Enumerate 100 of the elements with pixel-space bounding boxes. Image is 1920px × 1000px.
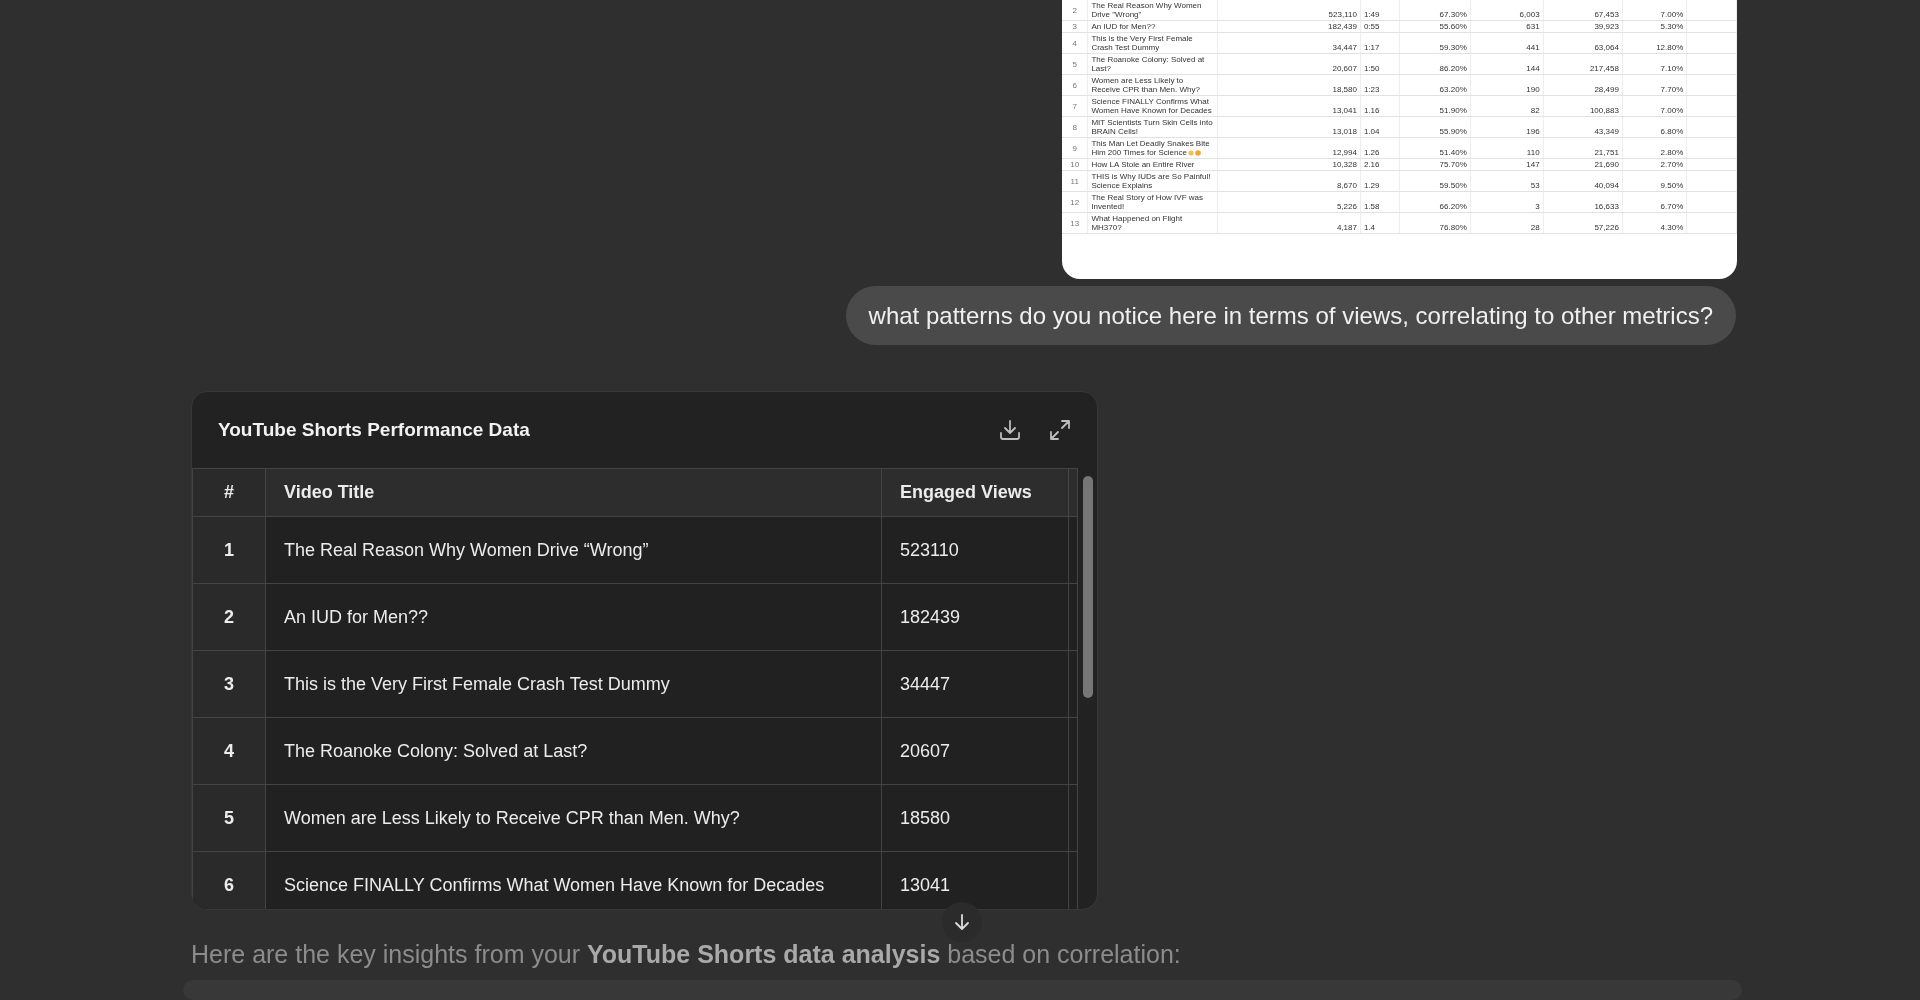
cell-value: 12,994 <box>1332 148 1357 157</box>
cell-value: 7.00% <box>1660 10 1684 19</box>
cell-value: 82 <box>1530 106 1540 115</box>
cell-value: 67,453 <box>1594 10 1619 19</box>
cell-value: 4,187 <box>1336 223 1357 232</box>
cell-value: 86.20% <box>1439 64 1467 73</box>
cell-value: 53 <box>1530 181 1540 190</box>
cell-value: 1:49 <box>1363 10 1380 19</box>
cell-value: 7.10% <box>1660 64 1684 73</box>
column-header: Video Title <box>265 468 882 517</box>
row-number: 3 <box>1072 22 1077 31</box>
video-title: This Man Let Deadly Snakes Bite Him 200 Times for Science <box>1091 139 1210 157</box>
table-cell: 20607 <box>881 717 1069 785</box>
cell-value: 7.00% <box>1660 106 1684 115</box>
column-header: Engaged Views <box>881 468 1069 517</box>
cell-value: 1.29 <box>1363 181 1380 190</box>
row-number: 8 <box>1072 122 1077 132</box>
cell-value: 1.26 <box>1363 148 1380 157</box>
cell-value: 16,633 <box>1594 202 1619 211</box>
video-title: An IUD for Men?? <box>1091 22 1156 31</box>
cell-value: 34,447 <box>1332 43 1357 52</box>
table-cell: 18580 <box>881 784 1069 852</box>
scrollbar-thumb[interactable] <box>1082 476 1093 698</box>
cell-value: 39,923 <box>1594 22 1619 31</box>
cell-value: 441 <box>1526 43 1540 52</box>
row-number: 4 <box>1072 38 1077 48</box>
cell-value: 20,607 <box>1332 64 1357 73</box>
cell-value: 5,226 <box>1336 202 1357 211</box>
cell-value: 55.90% <box>1439 127 1467 136</box>
cell-value: 1.4 <box>1363 223 1376 232</box>
cell-value: 28,499 <box>1594 85 1619 94</box>
video-title: The Roanoke Colony: Solved at Last? <box>1091 55 1205 73</box>
table-cell: Women are Less Likely to Receive CPR than Men. Why? <box>265 784 882 852</box>
video-title: The Real Reason Why Women Drive "Wrong" <box>1091 1 1202 19</box>
cell-value: 63.20% <box>1439 85 1467 94</box>
cell-value: 10,328 <box>1332 160 1357 169</box>
row-number: 2 <box>192 583 266 651</box>
cell-value: 4.30% <box>1660 223 1684 232</box>
download-icon[interactable] <box>998 418 1022 442</box>
cell-value: 147 <box>1526 160 1540 169</box>
row-number: 9 <box>1072 143 1077 153</box>
cell-value: 12.80% <box>1656 43 1684 52</box>
table-title: YouTube Shorts Performance Data <box>218 419 530 441</box>
cell-value: 1.16 <box>1363 106 1380 115</box>
cell-value: 21,690 <box>1594 160 1619 169</box>
cell-value: 631 <box>1526 22 1540 31</box>
cell-value: 59.50% <box>1439 181 1467 190</box>
video-title: THIS is Why IUDs are So Painful! Science Explains <box>1091 172 1211 190</box>
cell-value: 51.40% <box>1439 148 1467 157</box>
arrow-down-icon <box>953 913 971 931</box>
table-cell: The Roanoke Colony: Solved at Last? <box>265 717 882 785</box>
cell-value: 13,018 <box>1332 127 1357 136</box>
assistant-message: Here are the key insights from your YouTube Shorts data analysis based on correlation: <box>191 940 1182 968</box>
cell-value: 63,064 <box>1594 43 1619 52</box>
table-cell: 523110 <box>881 516 1069 584</box>
cell-value: 66.20% <box>1439 202 1467 211</box>
row-number: 10 <box>1070 160 1080 169</box>
scroll-down-button[interactable] <box>942 902 982 942</box>
column-header: # <box>192 468 266 517</box>
row-number: 13 <box>1070 218 1080 228</box>
cell-value: 59.30% <box>1439 43 1467 52</box>
table-cell: The Real Reason Why Women Drive “Wrong” <box>265 516 882 584</box>
cell-value: 67.30% <box>1439 10 1467 19</box>
cell-value: 1:50 <box>1363 64 1380 73</box>
cell-value: 21,751 <box>1594 148 1619 157</box>
table-cell: 182439 <box>881 583 1069 651</box>
cell-value: 0:55 <box>1363 22 1380 31</box>
cell-value: 6.80% <box>1660 127 1684 136</box>
cell-value: 28 <box>1530 223 1540 232</box>
cell-value: 144 <box>1526 64 1540 73</box>
video-title: Women are Less Likely to Receive CPR than Men. Why? <box>1091 76 1200 94</box>
row-number: 3 <box>192 650 266 718</box>
cell-value: 196 <box>1526 127 1540 136</box>
cell-value: 40,094 <box>1594 181 1619 190</box>
cell-value: 43,349 <box>1594 127 1619 136</box>
cell-value: 523,110 <box>1328 10 1357 19</box>
cell-value: 100,883 <box>1589 106 1619 115</box>
user-message: what patterns do you notice here in terms of views, correlating to other metrics? <box>845 286 1736 345</box>
cell-value: 182,439 <box>1328 22 1357 31</box>
cell-value: 51.90% <box>1439 106 1467 115</box>
cell-value: 55.60% <box>1439 22 1467 31</box>
cell-value: 1.04 <box>1363 127 1380 136</box>
row-number: 11 <box>1070 176 1079 186</box>
row-number: 5 <box>192 784 266 852</box>
video-title: MIT Scientists Turn Skin Cells into BRAIN Cells! <box>1091 118 1213 136</box>
expand-icon[interactable] <box>1049 419 1071 441</box>
cell-value: 190 <box>1526 85 1540 94</box>
cell-value: 6.70% <box>1660 202 1684 211</box>
cell-value: 3 <box>1535 202 1540 211</box>
cell-value: 217,458 <box>1589 64 1619 73</box>
row-number: 5 <box>1072 59 1077 69</box>
row-number: 4 <box>192 717 266 785</box>
row-number: 6 <box>192 851 266 909</box>
cell-value: 5.30% <box>1660 22 1684 31</box>
table-cell: This is the Very First Female Crash Test Dummy <box>265 650 882 718</box>
row-number: 6 <box>1072 80 1077 90</box>
cell-value: 13,041 <box>1332 106 1357 115</box>
cell-value: 1:23 <box>1363 85 1380 94</box>
video-title: Science FINALLY Confirms What Women Have Known for Decades <box>1091 97 1212 115</box>
cell-value: 75.70% <box>1439 160 1467 169</box>
